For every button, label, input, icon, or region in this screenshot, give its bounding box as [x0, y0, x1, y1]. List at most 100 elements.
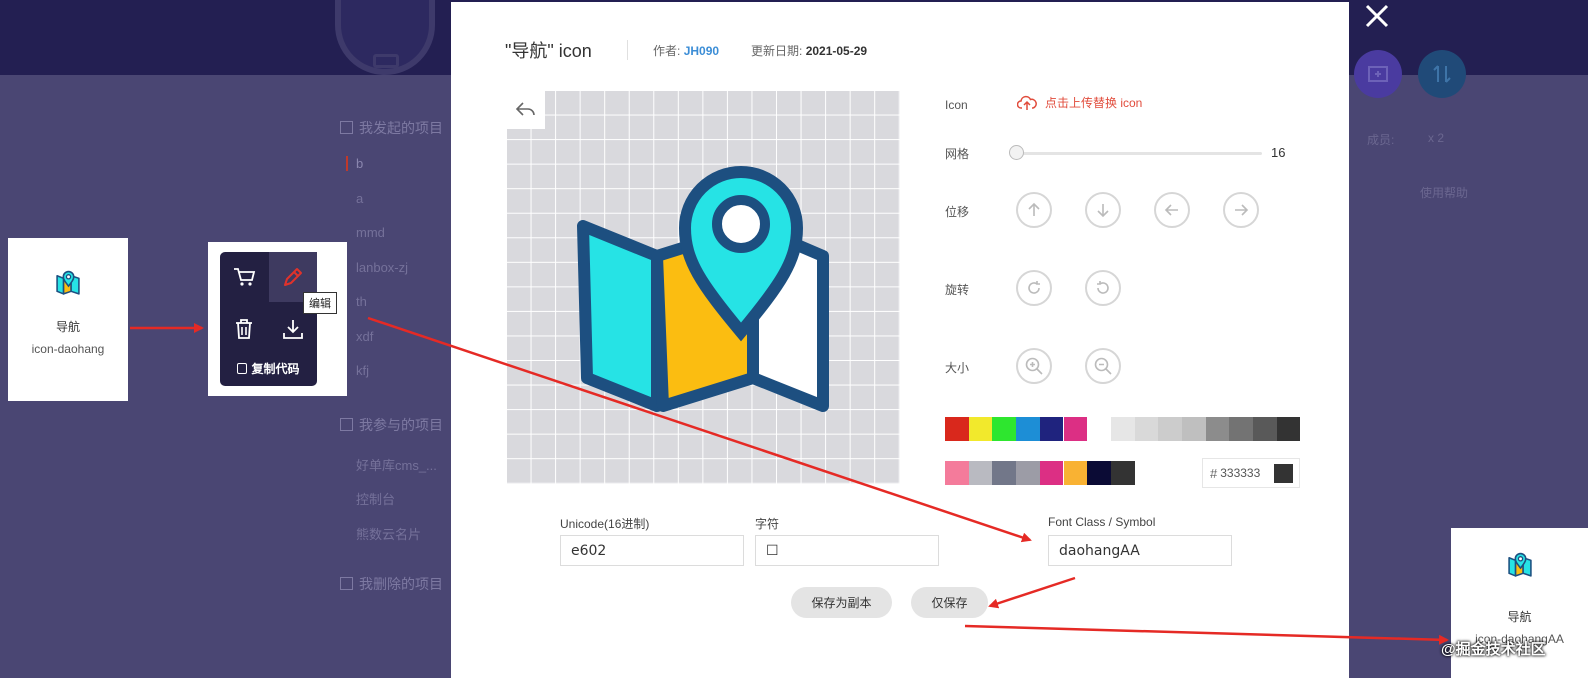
project-item-mmd[interactable]: mmd [340, 225, 385, 240]
date-meta: 更新日期: 2021-05-29 [751, 42, 867, 59]
hex-color-input[interactable]: # 333333 [1202, 458, 1300, 488]
icon-name: 导航 [1507, 610, 1532, 624]
modal-title: "导航" icon [505, 41, 592, 61]
folder-add-icon [1368, 66, 1388, 82]
zoom-in-button[interactable] [1016, 348, 1052, 384]
author-label: 作者: [653, 44, 681, 58]
color-swatch[interactable] [1063, 461, 1088, 485]
color-swatch[interactable] [1134, 417, 1159, 441]
delete-button[interactable] [220, 304, 268, 354]
upload-label: 点击上传替换 icon [1045, 96, 1143, 110]
close-icon[interactable] [1361, 0, 1393, 32]
icon-class-name: icon-daohang [31, 342, 105, 356]
hex-value: 333333 [1220, 466, 1261, 480]
char-input[interactable] [755, 535, 939, 566]
move-up-button[interactable] [1016, 192, 1052, 228]
joined-item-cms[interactable]: 好单库cms_... [340, 455, 437, 474]
color-swatch[interactable] [1276, 417, 1301, 441]
color-swatch[interactable] [1016, 417, 1040, 441]
section-my-projects[interactable]: 我发起的项目 [340, 118, 443, 138]
section-joined-projects[interactable]: 我参与的项目 [340, 415, 443, 435]
map-navigation-icon-preview [577, 166, 829, 412]
download-icon [283, 320, 303, 339]
color-swatch[interactable] [1229, 417, 1254, 441]
font-class-label: Font Class / Symbol [1048, 515, 1156, 529]
edit-tooltip: 编辑 [303, 292, 337, 314]
rotate-cw-button[interactable] [1016, 270, 1052, 306]
zoom-out-button[interactable] [1085, 348, 1121, 384]
upload-replace-button[interactable]: 点击上传替换 icon [1017, 94, 1142, 111]
members-count[interactable]: x 2 [1428, 131, 1444, 145]
cart-icon [234, 268, 256, 286]
add-to-cart-button[interactable] [220, 252, 268, 302]
color-swatch[interactable] [968, 417, 993, 441]
color-swatch[interactable] [1253, 417, 1277, 441]
color-swatch[interactable] [1182, 417, 1206, 441]
color-swatch[interactable] [1110, 417, 1135, 441]
color-swatch[interactable] [1110, 461, 1135, 485]
new-folder-button[interactable] [1354, 50, 1402, 98]
color-swatch[interactable] [1087, 461, 1111, 485]
undo-button[interactable] [507, 91, 545, 129]
color-swatch[interactable] [1063, 417, 1088, 441]
source-icon-card[interactable]: 导航 icon-daohang [8, 238, 128, 401]
undo-icon [515, 102, 535, 116]
joined-item-card[interactable]: 熊数云名片 [340, 524, 421, 543]
grid-value: 16 [1271, 145, 1286, 160]
char-label: 字符 [755, 517, 780, 531]
copy-code-label: 复制代码 [251, 362, 300, 376]
color-swatch[interactable] [1039, 461, 1064, 485]
current-color-swatch[interactable] [1274, 464, 1293, 483]
section-deleted-projects[interactable]: 我删除的项目 [340, 574, 443, 594]
color-swatch[interactable] [968, 461, 993, 485]
cloud-upload-icon [1017, 95, 1037, 110]
move-label: 位移 [945, 205, 970, 219]
arrow-right-icon [1235, 204, 1249, 216]
zoom-out-icon [1094, 357, 1112, 375]
icon-name: 导航 [55, 320, 80, 334]
rotate-clockwise-icon [1028, 281, 1040, 294]
color-swatch[interactable] [1158, 417, 1182, 441]
color-swatch[interactable] [1039, 417, 1064, 441]
save-as-copy-button[interactable]: 保存为副本 [791, 587, 892, 618]
author-name: JH090 [683, 44, 720, 58]
color-swatch[interactable] [992, 461, 1017, 485]
rotate-label: 旋转 [945, 283, 970, 297]
move-down-button[interactable] [1085, 192, 1121, 228]
color-swatch[interactable] [1016, 461, 1040, 485]
font-class-input[interactable] [1048, 535, 1232, 566]
color-swatch[interactable] [992, 417, 1017, 441]
rotate-ccw-button[interactable] [1085, 270, 1121, 306]
map-navigation-icon [56, 270, 80, 295]
hover-icon-card[interactable]: 导航 icon-daohangAA 复制代码 [208, 242, 347, 396]
sort-button[interactable] [1418, 50, 1466, 98]
project-item-a[interactable]: a [340, 191, 363, 206]
move-right-button[interactable] [1223, 192, 1259, 228]
icon-action-panel: 复制代码 [220, 252, 317, 386]
move-left-button[interactable] [1154, 192, 1190, 228]
color-swatch[interactable] [945, 461, 969, 485]
color-swatch[interactable] [945, 417, 969, 441]
copy-icon [237, 363, 248, 374]
sort-icon [1433, 65, 1451, 83]
unicode-input[interactable] [560, 535, 744, 566]
rotate-counterclockwise-icon [1097, 281, 1109, 294]
arrow-up-icon [1028, 202, 1040, 216]
project-item-lanbox[interactable]: lanbox-zj [340, 260, 408, 275]
color-swatch[interactable] [1087, 417, 1111, 441]
size-label: 大小 [945, 361, 970, 375]
update-date: 2021-05-29 [805, 44, 868, 58]
grid-slider[interactable] [1017, 152, 1262, 155]
hash-symbol: # [1210, 465, 1218, 481]
date-label: 更新日期: [751, 44, 803, 58]
project-item-b[interactable]: b [346, 156, 363, 171]
grid-slider-handle[interactable] [1009, 145, 1024, 160]
copy-code-button[interactable]: 复制代码 [220, 360, 317, 377]
save-only-button[interactable]: 仅保存 [911, 587, 988, 618]
title-divider [627, 40, 628, 60]
zoom-in-icon [1025, 357, 1043, 375]
help-link[interactable]: 使用帮助 [1420, 184, 1468, 201]
joined-item-console[interactable]: 控制台 [340, 489, 395, 508]
icon-edit-modal: "导航" icon 作者: JH090 更新日期: 2021-05-29 Ico… [451, 2, 1349, 678]
color-swatch[interactable] [1205, 417, 1230, 441]
